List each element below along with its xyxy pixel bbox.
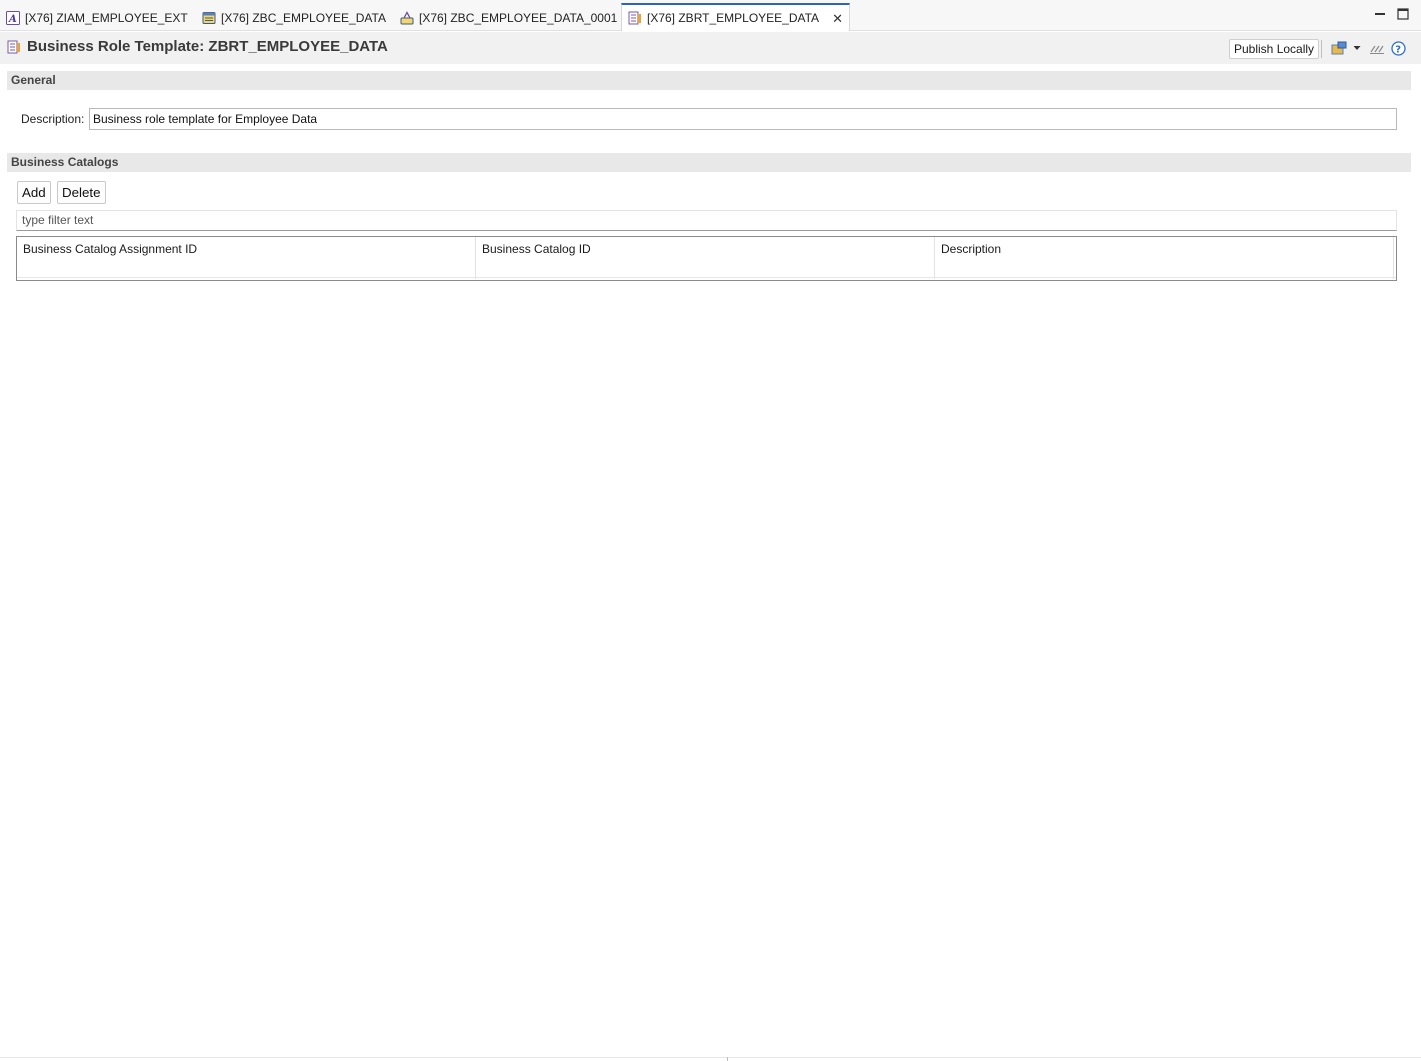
editor-header: Business Role Template: ZBRT_EMPLOYEE_DA… <box>0 32 1421 64</box>
role-template-icon <box>628 11 641 25</box>
catalog-item-icon <box>400 10 414 24</box>
help-icon[interactable]: ? <box>1391 41 1406 56</box>
tab-label: [X76] ZBC_EMPLOYEE_DATA <box>221 10 386 25</box>
svg-text:A: A <box>8 14 17 25</box>
page-title: Business Role Template: ZBRT_EMPLOYEE_DA… <box>27 38 388 55</box>
maximize-icon[interactable] <box>1397 8 1409 20</box>
description-field[interactable]: Business role template for Employee Data <box>89 108 1397 130</box>
tab-ziam-employee-ext[interactable]: A [X76] ZIAM_EMPLOYEE_EXT <box>0 4 194 31</box>
chevron-down-icon[interactable] <box>1352 41 1362 55</box>
edit-pencil-icon[interactable] <box>1369 41 1385 55</box>
app-letter-icon: A <box>6 10 20 25</box>
catalog-icon <box>202 11 216 24</box>
tab-zbrt-employee-data[interactable]: [X76] ZBRT_EMPLOYEE_DATA ✕ <box>621 3 850 31</box>
bottom-divider <box>0 1057 1421 1058</box>
transport-icon[interactable] <box>1331 41 1347 55</box>
editor-tab-bar: A [X76] ZIAM_EMPLOYEE_EXT [X76] ZBC_EMPL… <box>0 0 1421 31</box>
business-catalogs-section-header[interactable]: Business Catalogs <box>7 153 1411 172</box>
filter-input[interactable]: type filter text <box>16 210 1397 231</box>
minimize-icon[interactable] <box>1374 8 1386 20</box>
add-button[interactable]: Add <box>17 181 51 204</box>
business-catalogs-table: Business Catalog Assignment ID Business … <box>16 236 1397 281</box>
svg-text:?: ? <box>1395 44 1401 55</box>
column-header-assignment-id[interactable]: Business Catalog Assignment ID <box>17 237 476 279</box>
tab-zbc-employee-data-0001[interactable]: [X76] ZBC_EMPLOYEE_DATA_0001 <box>394 4 623 31</box>
description-label: Description: <box>21 112 85 126</box>
column-header-catalog-id[interactable]: Business Catalog ID <box>476 237 935 279</box>
tab-label: [X76] ZIAM_EMPLOYEE_EXT <box>25 10 188 25</box>
delete-button[interactable]: Delete <box>57 181 106 204</box>
column-header-description[interactable]: Description <box>935 237 1394 279</box>
tab-label: [X76] ZBC_EMPLOYEE_DATA_0001 <box>419 10 618 25</box>
tab-zbc-employee-data[interactable]: [X76] ZBC_EMPLOYEE_DATA <box>196 4 392 31</box>
bottom-splitter[interactable] <box>727 1057 728 1061</box>
tab-label: [X76] ZBRT_EMPLOYEE_DATA <box>647 11 820 25</box>
toolbar-separator <box>1321 40 1322 58</box>
editor-window: A [X76] ZIAM_EMPLOYEE_EXT [X76] ZBC_EMPL… <box>0 0 1421 1061</box>
close-tab-icon[interactable]: ✕ <box>832 12 843 25</box>
table-divider <box>17 277 1396 278</box>
publish-locally-button[interactable]: Publish Locally <box>1229 39 1320 59</box>
role-template-icon <box>7 40 20 54</box>
general-section-header[interactable]: General <box>7 71 1411 90</box>
